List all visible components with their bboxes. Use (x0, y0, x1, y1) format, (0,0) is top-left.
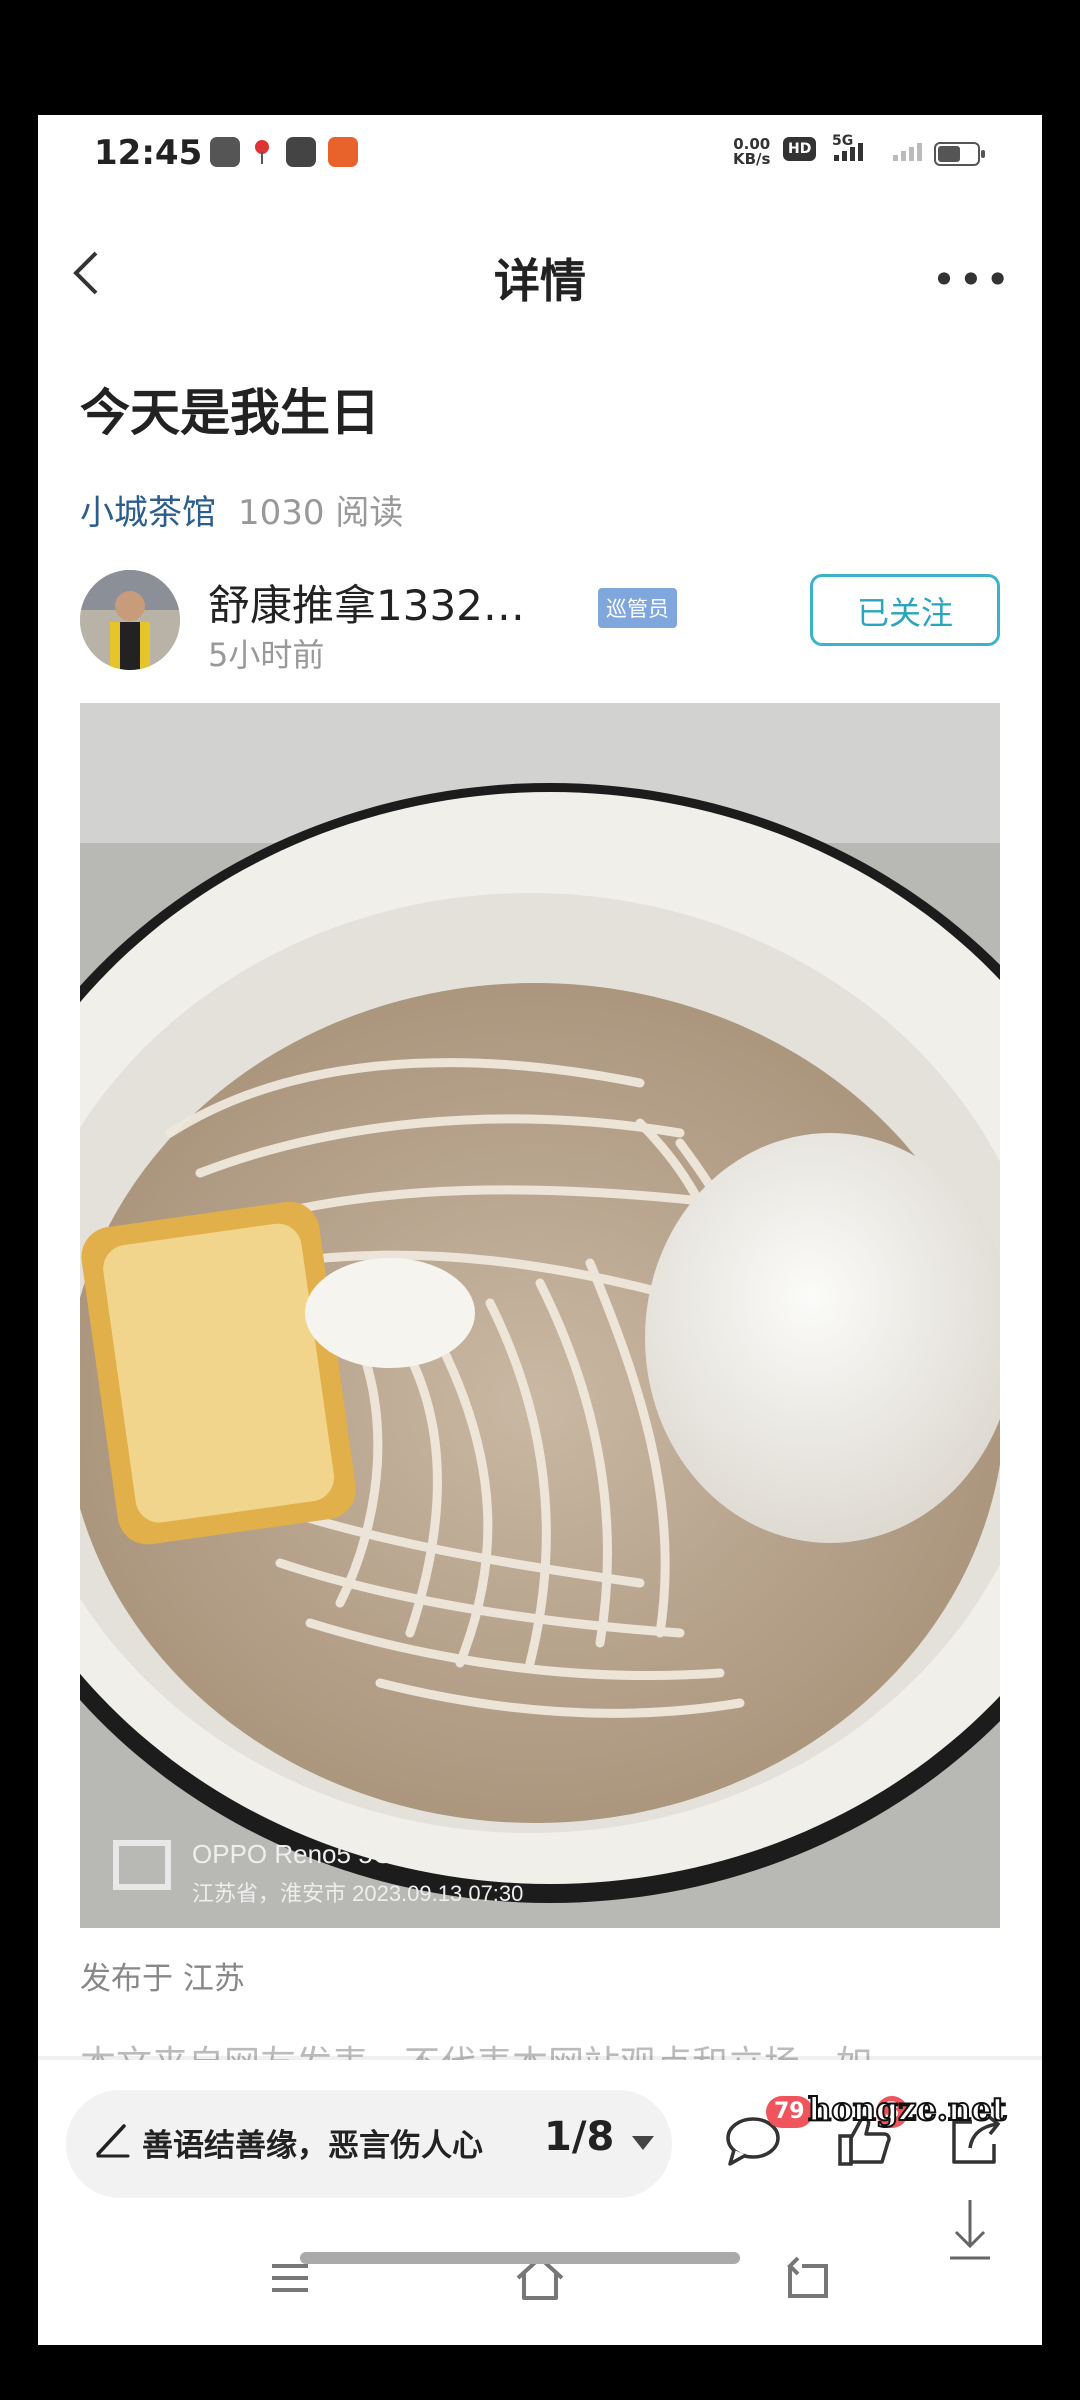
camera-model-text: OPPO Reno5 5G (192, 1839, 393, 1869)
author-row: 舒康推拿1332… 巡管员 5小时前 已关注 (80, 570, 1000, 680)
screen: 12:45 0.00 KB/s HD 5G 详情 ••• 今天是我生日 小城茶馆 1… (38, 115, 1042, 2345)
comment-placeholder: 善语结善缘，恶言伤人心 (142, 2128, 483, 2164)
post-time: 5小时前 (208, 636, 325, 674)
channel-link[interactable]: 小城茶馆 (80, 493, 216, 533)
caret-down-icon[interactable] (632, 2136, 654, 2150)
pencil-icon (96, 2124, 130, 2158)
home-indicator[interactable] (300, 2252, 740, 2264)
signal-bars-icon (834, 143, 863, 161)
net-speed: 0.00 KB/s (733, 135, 771, 168)
site-watermark: hongze.net (807, 2089, 1007, 2129)
download-icon[interactable] (944, 2196, 996, 2262)
more-options-button[interactable]: ••• (932, 255, 1012, 304)
author-name[interactable]: 舒康推拿1332… (208, 572, 525, 633)
hd-icon: HD (783, 137, 817, 161)
page-indicator[interactable]: 1/8 (544, 2114, 614, 2160)
role-badge: 巡管员 (598, 588, 677, 628)
follow-button[interactable]: 已关注 (810, 574, 1000, 646)
comment-input[interactable]: 善语结善缘，恶言伤人心 1/8 (66, 2090, 672, 2198)
camera-caption-text: 江苏省，淮安市 2023.09.13 07:30 (192, 1881, 523, 1906)
orange-app-icon (328, 137, 358, 167)
battery-icon (934, 142, 985, 166)
read-count: 1030 阅读 (238, 493, 404, 533)
status-bar: 12:45 0.00 KB/s HD 5G (38, 115, 1042, 195)
post-title: 今天是我生日 (80, 384, 380, 442)
location-pin-icon (252, 137, 272, 167)
post-image[interactable]: OPPO Reno5 5G 江苏省，淮安市 2023.09.13 07:30 (80, 703, 1000, 1928)
avatar[interactable] (80, 570, 180, 670)
page-title: 详情 (494, 254, 586, 308)
status-time: 12:45 (94, 133, 203, 173)
back-nav-icon[interactable] (778, 2250, 834, 2306)
top-bar: 详情 ••• (38, 225, 1042, 325)
post-meta: 小城茶馆 1030 阅读 (80, 485, 403, 534)
post-location: 发布于 江苏 (80, 1961, 245, 1997)
video-app-icon (286, 137, 316, 167)
comment-count-badge: 79 (766, 2096, 813, 2128)
app-notification-icon (210, 137, 240, 167)
signal-bars-2-icon (893, 143, 922, 161)
